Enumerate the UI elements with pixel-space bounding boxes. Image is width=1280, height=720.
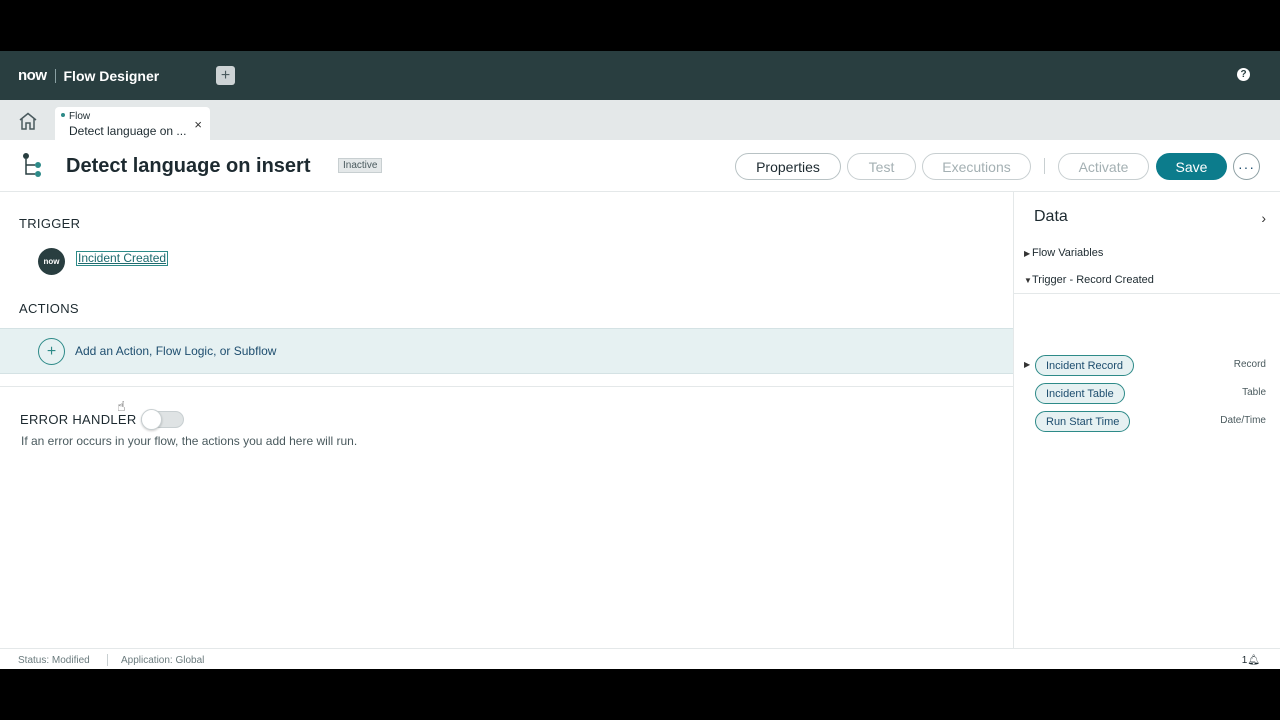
status-text: Status: Modified	[18, 655, 90, 666]
data-pill-incident-table[interactable]: Incident Table	[1035, 383, 1125, 404]
save-button[interactable]: Save	[1156, 153, 1227, 180]
modified-dot	[61, 113, 65, 117]
caret-down-icon: ▼	[1024, 276, 1032, 285]
data-pill-run-start-time[interactable]: Run Start Time	[1035, 411, 1131, 432]
flow-canvas: TRIGGER now Incident Created ACTIONS + A…	[0, 192, 1013, 648]
tab-name-label: Detect language on ...	[69, 124, 187, 138]
trigger-section-label: TRIGGER	[19, 216, 81, 231]
flow-icon	[22, 152, 44, 183]
logo-separator	[54, 68, 56, 83]
bell-icon: 🔔︎	[1247, 655, 1260, 666]
actions-section-label: ACTIONS	[19, 301, 79, 316]
add-tab-button[interactable]: +	[216, 66, 235, 85]
app-title: Flow Designer	[63, 67, 160, 84]
flow-titlebar: Detect language on insert Inactive Prope…	[0, 140, 1280, 192]
activate-button[interactable]: Activate	[1058, 153, 1149, 180]
trigger-avatar: now	[38, 248, 65, 275]
flow-designer-app: now Flow Designer ? Flow Detect language…	[0, 51, 1280, 669]
flow-variables-section[interactable]: ▶ Flow Variables	[1024, 247, 1103, 259]
page-title: Detect language on insert	[66, 155, 311, 177]
chevron-right-icon[interactable]: ›	[1261, 210, 1266, 226]
caret-right-icon[interactable]: ▶	[1024, 360, 1030, 369]
application-text: Application: Global	[121, 655, 205, 666]
home-icon[interactable]	[18, 112, 38, 130]
data-panel: Data › ▶ Flow Variables ▼Trigger - Record…	[1013, 192, 1280, 648]
app-header: now Flow Designer ?	[0, 51, 1280, 100]
test-button[interactable]: Test	[847, 153, 916, 180]
properties-button[interactable]: Properties	[735, 153, 841, 180]
now-logo[interactable]: now	[18, 67, 47, 84]
plus-icon[interactable]: +	[38, 338, 65, 365]
tab-strip: Flow Detect language on ... ×	[0, 100, 1280, 140]
section-divider	[0, 386, 1013, 387]
add-action-label[interactable]: Add an Action, Flow Logic, or Subflow	[75, 344, 276, 358]
data-panel-title: Data	[1034, 208, 1068, 225]
help-icon[interactable]: ?	[1237, 68, 1250, 81]
tab-type-label: Flow	[69, 111, 91, 122]
toolbar-separator	[1044, 158, 1045, 174]
hand-cursor-icon: ☝	[117, 398, 126, 414]
panel-separator	[1014, 293, 1280, 294]
status-separator	[107, 654, 108, 666]
tab-detect-language[interactable]: Flow Detect language on ... ×	[55, 107, 210, 140]
data-pill-incident-record[interactable]: Incident Record	[1035, 355, 1135, 376]
toggle-knob	[141, 409, 162, 430]
status-bar: Status: Modified Application: Global 1🔔︎	[0, 648, 1280, 669]
data-type-label: Date/Time	[1220, 415, 1266, 426]
trigger-link[interactable]: Incident Created	[76, 251, 169, 266]
executions-button[interactable]: Executions	[922, 153, 1031, 180]
close-icon[interactable]: ×	[194, 117, 202, 132]
trigger-record-section[interactable]: ▼Trigger - Record Created	[1024, 274, 1154, 286]
error-handler-description: If an error occurs in your flow, the act…	[21, 434, 358, 448]
more-options-button[interactable]: ···	[1233, 153, 1260, 180]
add-action-row[interactable]: + Add an Action, Flow Logic, or Subflow	[0, 328, 1013, 374]
caret-right-icon: ▶	[1024, 249, 1031, 258]
notifications-indicator[interactable]: 1🔔︎	[1242, 655, 1260, 666]
error-handler-toggle[interactable]	[141, 409, 184, 430]
data-type-label: Record	[1233, 359, 1266, 370]
data-type-label: Table	[1242, 387, 1266, 398]
status-badge: Inactive	[338, 158, 383, 173]
